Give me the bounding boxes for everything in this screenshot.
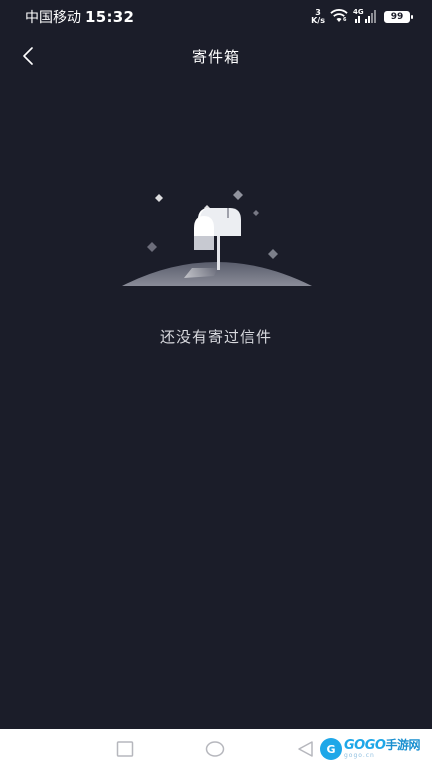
back-arrow-icon: [23, 47, 33, 65]
watermark-logo: G GOGO手游网 gogo.cn: [320, 735, 428, 763]
battery-level: 99: [390, 12, 404, 22]
nav-square-icon: [116, 741, 134, 757]
nav-circle-icon: [205, 741, 225, 757]
net-speed-unit: K/s: [311, 16, 325, 25]
mailbox-illustration: [116, 186, 316, 290]
signal-icon: 4G: [353, 8, 379, 24]
watermark-brand-cn: 手游网: [385, 738, 420, 752]
status-bar: 中国移动 15:32 3 K/s 6 4G 99: [0, 0, 432, 34]
back-button[interactable]: [14, 42, 42, 70]
net-speed: 3 K/s: [311, 9, 325, 25]
system-back-button[interactable]: [296, 739, 316, 759]
status-left: 中国移动 15:32: [25, 7, 134, 27]
battery-icon: 99: [384, 11, 413, 23]
home-button[interactable]: [205, 739, 225, 759]
wifi-icon: 6: [330, 8, 348, 27]
watermark-domain: gogo.cn: [344, 752, 375, 759]
status-right: 3 K/s 6 4G 99: [311, 8, 413, 27]
watermark-badge: G: [320, 738, 342, 760]
recent-apps-button[interactable]: [115, 739, 135, 759]
nav-back-icon: [298, 741, 313, 757]
header: 寄件箱: [0, 34, 432, 78]
watermark-brand: GOGO手游网: [344, 739, 420, 752]
page-title: 寄件箱: [191, 47, 240, 66]
status-time: 15:32: [85, 8, 135, 26]
watermark-text: GOGO手游网 gogo.cn: [344, 739, 420, 759]
carrier-name: 中国移动: [25, 10, 81, 26]
empty-message: 还没有寄过信件: [159, 328, 272, 346]
watermark-brand-en: GOGO: [344, 738, 386, 753]
svg-text:6: 6: [343, 17, 347, 23]
